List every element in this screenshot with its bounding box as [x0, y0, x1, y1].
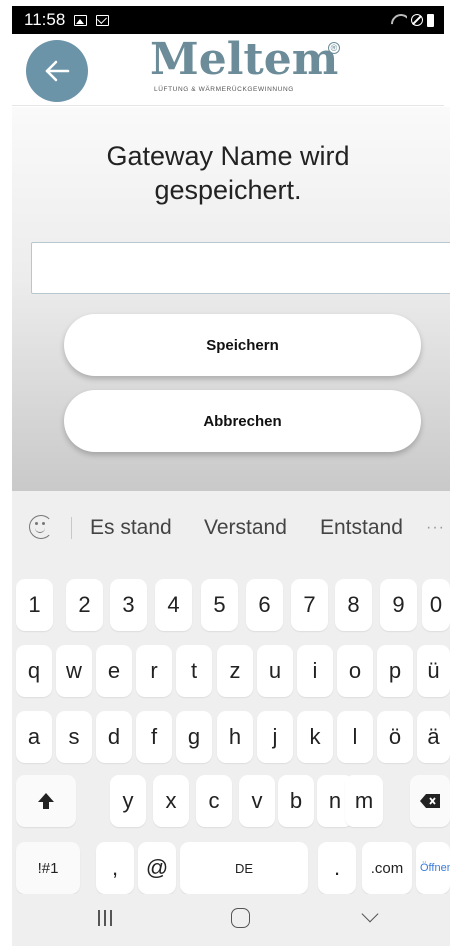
- cancel-button[interactable]: Abbrechen: [64, 390, 421, 452]
- period-key[interactable]: .: [318, 842, 356, 894]
- key-o[interactable]: o: [337, 645, 373, 697]
- wifi-icon: [391, 14, 407, 26]
- key-x[interactable]: x: [153, 775, 189, 827]
- save-button[interactable]: Speichern: [64, 314, 421, 376]
- on-screen-keyboard: Es stand Verstand Entstand ··· 1 2 3 4 5…: [12, 491, 450, 946]
- shift-icon: [38, 793, 54, 809]
- dialog-title-line2: gespeichert.: [154, 175, 302, 205]
- system-navigation-bar: [12, 894, 450, 946]
- key-z[interactable]: z: [217, 645, 253, 697]
- key-v[interactable]: v: [239, 775, 275, 827]
- photo-icon: [74, 14, 88, 26]
- at-key[interactable]: @: [138, 842, 176, 894]
- key-8[interactable]: 8: [335, 579, 372, 631]
- key-m[interactable]: m: [345, 775, 383, 827]
- suggestion-divider: [71, 517, 72, 539]
- key-y[interactable]: y: [110, 775, 146, 827]
- backspace-icon: [420, 794, 440, 808]
- dotcom-key[interactable]: .com: [362, 842, 412, 894]
- key-f[interactable]: f: [136, 711, 172, 763]
- logo-wordmark: Meltem: [150, 34, 339, 85]
- suggestion-bar: Es stand Verstand Entstand ···: [12, 491, 450, 567]
- key-ue[interactable]: ü: [417, 645, 450, 697]
- key-r[interactable]: r: [136, 645, 172, 697]
- key-w[interactable]: w: [56, 645, 92, 697]
- suggestion-1[interactable]: Es stand: [90, 516, 172, 540]
- space-key[interactable]: DE: [180, 842, 308, 894]
- key-e[interactable]: e: [96, 645, 132, 697]
- mail-icon: [96, 14, 110, 26]
- key-c[interactable]: c: [196, 775, 232, 827]
- key-l[interactable]: l: [337, 711, 373, 763]
- key-j[interactable]: j: [257, 711, 293, 763]
- suggestion-2[interactable]: Verstand: [204, 516, 287, 540]
- app-header: Meltem ® LÜFTUNG & WÄRMERÜCKGEWINNUNG: [12, 34, 444, 106]
- backspace-key[interactable]: [410, 775, 450, 827]
- key-1[interactable]: 1: [16, 579, 53, 631]
- more-icon[interactable]: ···: [426, 519, 445, 537]
- key-i[interactable]: i: [297, 645, 333, 697]
- dialog-title-line1: Gateway Name wird: [106, 141, 350, 171]
- suggestion-3[interactable]: Entstand: [320, 516, 403, 540]
- key-b[interactable]: b: [278, 775, 314, 827]
- status-time: 11:58: [24, 10, 66, 29]
- key-d[interactable]: d: [96, 711, 132, 763]
- emoji-icon[interactable]: [29, 515, 53, 539]
- shift-key[interactable]: [16, 775, 76, 827]
- key-2[interactable]: 2: [66, 579, 103, 631]
- registered-mark: ®: [328, 42, 340, 54]
- key-0[interactable]: 0: [422, 579, 450, 631]
- enter-key[interactable]: Öffnen: [416, 842, 450, 894]
- key-oe[interactable]: ö: [377, 711, 413, 763]
- nav-back-icon[interactable]: [361, 905, 379, 923]
- key-4[interactable]: 4: [155, 579, 192, 631]
- key-9[interactable]: 9: [380, 579, 417, 631]
- do-not-disturb-icon: [411, 14, 423, 26]
- status-bar-left: 11:58: [24, 10, 110, 30]
- status-bar-right: [391, 13, 434, 27]
- key-3[interactable]: 3: [110, 579, 147, 631]
- arrow-left-icon: [45, 60, 70, 82]
- gateway-name-input[interactable]: [31, 242, 450, 294]
- key-a[interactable]: a: [16, 711, 52, 763]
- key-h[interactable]: h: [217, 711, 253, 763]
- key-s[interactable]: s: [56, 711, 92, 763]
- key-q[interactable]: q: [16, 645, 52, 697]
- key-6[interactable]: 6: [246, 579, 283, 631]
- dialog-content: Gateway Name wird gespeichert. Speichern…: [12, 107, 450, 491]
- dialog-title: Gateway Name wird gespeichert.: [12, 139, 444, 207]
- key-t[interactable]: t: [176, 645, 212, 697]
- key-5[interactable]: 5: [201, 579, 238, 631]
- symbols-key[interactable]: !#1: [16, 842, 80, 894]
- key-k[interactable]: k: [297, 711, 333, 763]
- key-g[interactable]: g: [176, 711, 212, 763]
- recent-apps-icon[interactable]: [98, 910, 112, 926]
- battery-icon: [427, 13, 434, 27]
- comma-key[interactable]: ,: [96, 842, 134, 894]
- key-p[interactable]: p: [377, 645, 413, 697]
- key-ae[interactable]: ä: [417, 711, 450, 763]
- status-bar: 11:58: [12, 6, 444, 34]
- logo-tagline: LÜFTUNG & WÄRMERÜCKGEWINNUNG: [154, 86, 294, 93]
- meltem-logo: Meltem ® LÜFTUNG & WÄRMERÜCKGEWINNUNG: [150, 38, 340, 98]
- back-button[interactable]: [26, 40, 88, 102]
- home-icon[interactable]: [231, 908, 250, 928]
- key-7[interactable]: 7: [291, 579, 328, 631]
- key-u[interactable]: u: [257, 645, 293, 697]
